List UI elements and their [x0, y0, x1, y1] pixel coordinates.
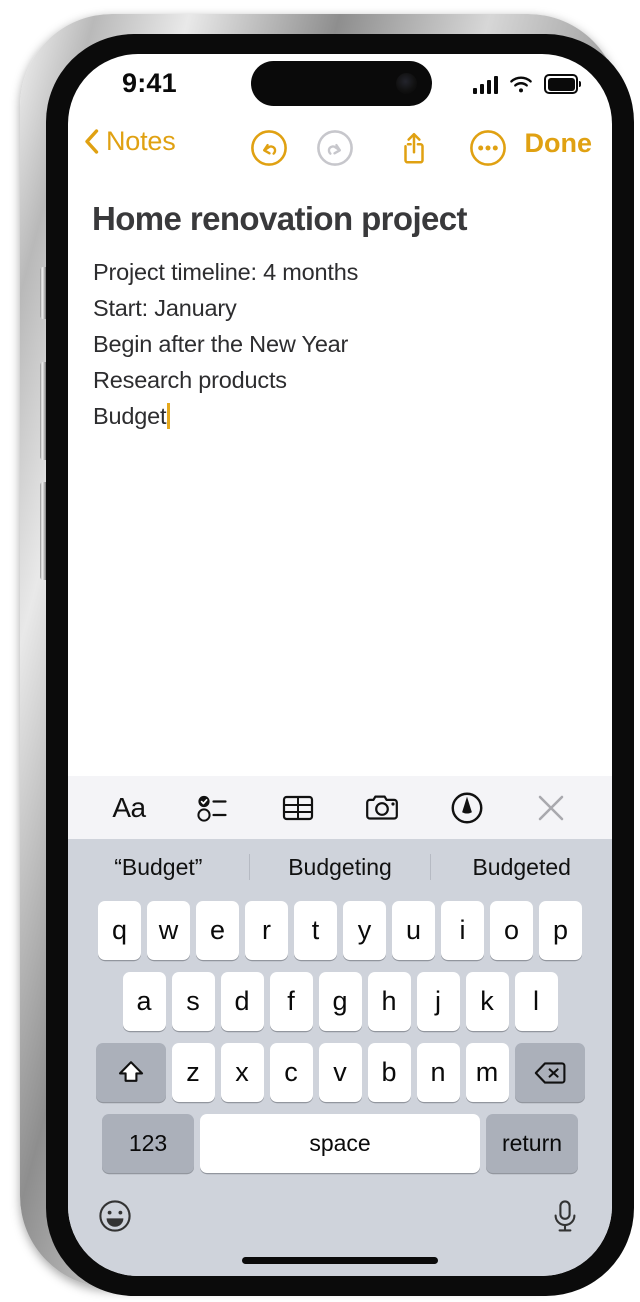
back-button-label: Notes	[106, 126, 176, 156]
note-title: Home renovation project	[92, 200, 468, 237]
status-time: 9:41	[122, 68, 177, 98]
key-y[interactable]: y	[343, 901, 386, 960]
keyboard-row-4: 123 space return	[68, 1114, 612, 1173]
format-toolbar: Aa	[68, 776, 612, 839]
signal-bars-icon	[472, 76, 498, 94]
key-n[interactable]: n	[416, 1043, 460, 1102]
chevron-left-icon	[85, 129, 99, 154]
note-line: Budget	[93, 398, 593, 434]
keyboard-bottom-bar	[68, 1181, 612, 1251]
key-m[interactable]: m	[465, 1043, 509, 1102]
key-k[interactable]: k	[465, 972, 509, 1031]
microphone-icon[interactable]	[544, 1195, 586, 1237]
key-w[interactable]: w	[147, 901, 190, 960]
note-line: Research products	[93, 362, 593, 398]
key-s[interactable]: s	[171, 972, 215, 1031]
key-x[interactable]: x	[220, 1043, 264, 1102]
ellipsis-circle-icon[interactable]	[469, 129, 507, 167]
key-o[interactable]: o	[490, 901, 533, 960]
key-c[interactable]: c	[269, 1043, 313, 1102]
return-key[interactable]: return	[486, 1114, 578, 1173]
checklist-glyph	[197, 795, 227, 822]
key-b[interactable]: b	[367, 1043, 411, 1102]
navigation-bar: Notes Done	[68, 116, 612, 178]
camera-icon[interactable]	[359, 788, 405, 828]
phone-frame: 9:41 Notes Done Home renovation project …	[20, 14, 634, 1296]
keyboard-row-3: z x c v b n m	[68, 1043, 612, 1102]
key-u[interactable]: u	[392, 901, 435, 960]
key-h[interactable]: h	[367, 972, 411, 1031]
markup-pen-glyph	[451, 792, 483, 823]
redo-icon	[317, 130, 353, 166]
key-z[interactable]: z	[171, 1043, 215, 1102]
status-bar: 9:41	[68, 54, 612, 116]
note-line-text: Project timeline: 4 months	[93, 259, 359, 285]
key-l[interactable]: l	[514, 972, 558, 1031]
screenshot-stage: 9:41 Notes Done Home renovation project …	[0, 0, 640, 1302]
numbers-key[interactable]: 123	[102, 1114, 194, 1173]
text-caret	[167, 403, 171, 429]
front-camera-icon	[396, 73, 417, 94]
phone-screen: 9:41 Notes Done Home renovation project …	[68, 54, 612, 1276]
note-editor[interactable]: Home renovation project Project timeline…	[68, 178, 612, 776]
key-e[interactable]: e	[196, 901, 239, 960]
dynamic-island	[251, 61, 432, 106]
note-line: Project timeline: 4 months	[93, 254, 593, 290]
note-line: Start: January	[93, 290, 593, 326]
table-icon[interactable]	[275, 788, 321, 828]
battery-full-icon	[544, 74, 581, 94]
note-line: Begin after the New Year	[93, 326, 593, 362]
note-body-lines: Project timeline: 4 months Start: Januar…	[93, 254, 593, 434]
keyboard-row-1: q w e r t y u i o p	[68, 895, 612, 960]
markup-pen-icon[interactable]	[444, 788, 490, 828]
camera-glyph	[366, 795, 399, 820]
home-indicator	[242, 1257, 438, 1264]
note-line-text: Research products	[93, 367, 287, 393]
key-j[interactable]: j	[416, 972, 460, 1031]
table-glyph	[282, 795, 313, 820]
keyboard: “Budget” Budgeting Budgeted q w e r t y …	[68, 839, 612, 1276]
status-indicators	[472, 70, 581, 94]
prediction-0[interactable]: “Budget”	[68, 854, 249, 881]
note-line-text: Start: January	[93, 295, 237, 321]
backspace-icon	[534, 1061, 565, 1084]
key-t[interactable]: t	[294, 901, 337, 960]
key-i[interactable]: i	[441, 901, 484, 960]
prediction-1[interactable]: Budgeting	[250, 854, 431, 881]
note-line-text: Budget	[93, 403, 167, 429]
undo-icon[interactable]	[250, 129, 288, 167]
shift-key[interactable]	[95, 1043, 166, 1102]
checklist-icon[interactable]	[190, 788, 236, 828]
key-v[interactable]: v	[318, 1043, 362, 1102]
text-format-label: Aa	[112, 791, 146, 823]
key-p[interactable]: p	[539, 901, 582, 960]
wifi-icon	[510, 76, 532, 93]
key-g[interactable]: g	[318, 972, 362, 1031]
microphone-glyph	[554, 1200, 576, 1232]
predictive-text-bar: “Budget” Budgeting Budgeted	[68, 839, 612, 895]
share-icon[interactable]	[395, 129, 433, 167]
key-r[interactable]: r	[245, 901, 288, 960]
space-key[interactable]: space	[200, 1114, 480, 1173]
shift-icon	[118, 1060, 143, 1082]
key-d[interactable]: d	[220, 972, 264, 1031]
key-a[interactable]: a	[122, 972, 166, 1031]
close-icon[interactable]	[528, 788, 574, 828]
prediction-2[interactable]: Budgeted	[431, 854, 612, 881]
emoji-smiley-icon[interactable]	[94, 1195, 136, 1237]
back-to-notes-button[interactable]: Notes	[84, 126, 176, 157]
key-f[interactable]: f	[269, 972, 313, 1031]
close-glyph	[538, 795, 564, 820]
emoji-glyph	[99, 1200, 131, 1232]
done-button[interactable]: Done	[525, 128, 593, 159]
note-line-text: Begin after the New Year	[93, 331, 349, 357]
backspace-key[interactable]	[514, 1043, 585, 1102]
text-format-icon[interactable]: Aa	[106, 788, 152, 828]
key-q[interactable]: q	[98, 901, 141, 960]
keyboard-row-2: a s d f g h j k l	[68, 972, 612, 1031]
